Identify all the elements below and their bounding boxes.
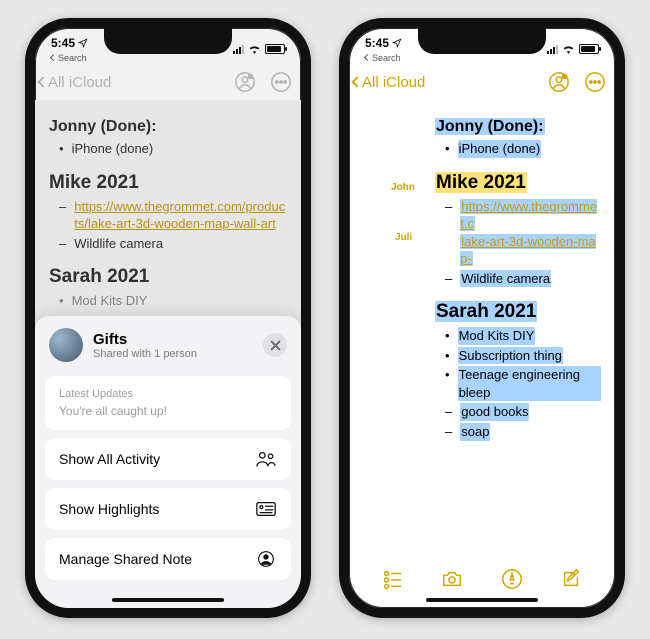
- updates-message: You're all caught up!: [59, 404, 167, 418]
- back-button[interactable]: All iCloud: [353, 74, 425, 91]
- signal-icon: [547, 44, 558, 54]
- row-label: Show Highlights: [59, 501, 159, 517]
- back-label: All iCloud: [362, 74, 425, 91]
- camera-button[interactable]: [441, 568, 463, 590]
- home-indicator[interactable]: [426, 598, 538, 602]
- wifi-icon: [562, 44, 575, 54]
- list-item: Subscription thing: [458, 347, 563, 365]
- sheet-title: Gifts: [93, 331, 197, 348]
- compose-button[interactable]: [560, 568, 582, 590]
- ellipsis-circle-icon: [584, 71, 606, 93]
- link-item[interactable]: https://www.thegrommet.clake-art-3d-wood…: [460, 198, 601, 268]
- section-sarah-title: Sarah 2021: [435, 301, 601, 323]
- bottom-toolbar: [349, 562, 615, 596]
- markup-icon: [501, 568, 523, 590]
- list-item: Teenage engineering bleep: [458, 366, 601, 401]
- phone-right: 5:45 Search All iCloud: [339, 18, 625, 618]
- battery-icon: [265, 44, 285, 54]
- markup-button[interactable]: [501, 568, 523, 590]
- checklist-button[interactable]: [382, 568, 404, 590]
- signal-icon: [233, 44, 244, 54]
- highlights-icon: [255, 500, 277, 518]
- updates-card: Latest Updates You're all caught up!: [45, 376, 291, 430]
- notch: [418, 28, 546, 54]
- show-highlights-button[interactable]: Show Highlights: [45, 488, 291, 530]
- row-label: Manage Shared Note: [59, 551, 192, 567]
- status-time: 5:45: [365, 36, 389, 50]
- collaborate-button[interactable]: [547, 70, 571, 94]
- person-badge-icon: [548, 71, 570, 93]
- note-content[interactable]: Jonny (Done): iPhone (done) John Mike 20…: [349, 100, 615, 608]
- list-item: good books: [460, 403, 529, 421]
- people-icon: [255, 450, 277, 468]
- list-item: iPhone (done): [458, 140, 542, 158]
- checklist-icon: [382, 568, 404, 590]
- manage-shared-button[interactable]: Manage Shared Note: [45, 538, 291, 580]
- phone-left: 5:45 Search All iCloud: [25, 18, 311, 618]
- notch: [104, 28, 232, 54]
- home-indicator[interactable]: [112, 598, 224, 602]
- share-sheet: Gifts Shared with 1 person Latest Update…: [35, 316, 301, 608]
- section-jonny-title: Jonny (Done):: [435, 118, 601, 136]
- location-icon: [392, 38, 402, 48]
- row-label: Show All Activity: [59, 451, 160, 467]
- chevron-left-icon: [351, 76, 362, 87]
- list-item: Wildlife camera: [460, 270, 551, 288]
- wifi-icon: [248, 44, 261, 54]
- avatar: [49, 328, 83, 362]
- more-button[interactable]: [583, 70, 607, 94]
- attribution-juli: Juli: [395, 232, 412, 243]
- sheet-subtitle: Shared with 1 person: [93, 348, 197, 360]
- close-icon: [270, 340, 281, 351]
- camera-icon: [441, 568, 463, 590]
- status-time: 5:45: [51, 36, 75, 50]
- location-icon: [78, 38, 88, 48]
- list-item: soap: [460, 423, 490, 441]
- nav-bar: All iCloud: [349, 64, 615, 100]
- list-item: Mod Kits DIY: [458, 327, 536, 345]
- close-button[interactable]: [263, 333, 287, 357]
- attribution-john: John: [391, 182, 415, 193]
- breadcrumb-search[interactable]: Search: [51, 53, 87, 63]
- updates-label: Latest Updates: [59, 388, 133, 400]
- compose-icon: [560, 568, 582, 590]
- person-circle-icon: [255, 550, 277, 568]
- breadcrumb-search[interactable]: Search: [365, 53, 401, 63]
- battery-icon: [579, 44, 599, 54]
- show-activity-button[interactable]: Show All Activity: [45, 438, 291, 480]
- section-mike-title: Mike 2021: [435, 172, 601, 194]
